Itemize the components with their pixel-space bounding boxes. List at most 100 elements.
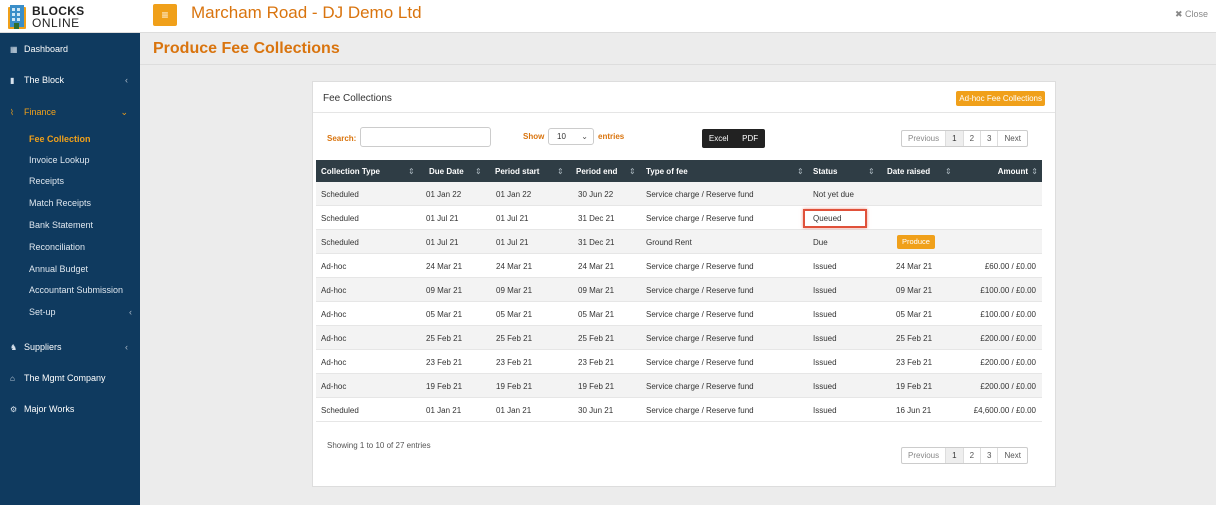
page-2-button[interactable]: 2	[962, 131, 980, 146]
sort-icon[interactable]: ⇕	[1031, 167, 1038, 176]
cell-date-raised: 25 Feb 21	[896, 334, 933, 343]
entries-per-page-select[interactable]: 10 ⌄	[548, 128, 594, 145]
sidebar-item-label: Dashboard	[24, 44, 69, 54]
cell-due-date: 19 Feb 21	[426, 382, 463, 391]
previous-page-button[interactable]: Previous	[902, 131, 945, 146]
sidebar-item-finance[interactable]: ⌇ Finance ⌄	[0, 102, 140, 122]
sidebar-sub-reconciliation[interactable]: Reconciliation	[0, 237, 140, 257]
sort-icon[interactable]: ⇕	[408, 167, 415, 176]
table-row[interactable]: Ad-hoc 25 Feb 21 25 Feb 21 25 Feb 21 Ser…	[316, 326, 1042, 350]
cell-collection-type: Ad-hoc	[321, 310, 347, 319]
sidebar-item-label: Suppliers	[24, 342, 62, 352]
cell-collection-type: Scheduled	[321, 190, 359, 199]
sort-icon[interactable]: ⇕	[557, 167, 564, 176]
sidebar: ▦ Dashboard ▮ The Block ‹ ⌇ Finance ⌄ Fee C…	[0, 33, 140, 505]
table-row[interactable]: Scheduled 01 Jan 22 01 Jan 22 30 Jun 22 …	[316, 182, 1042, 206]
excel-export-button[interactable]: Excel	[709, 134, 729, 143]
cell-type-of-fee: Service charge / Reserve fund	[646, 334, 754, 343]
table-row[interactable]: Ad-hoc 23 Feb 21 23 Feb 21 23 Feb 21 Ser…	[316, 350, 1042, 374]
sidebar-item-label: Major Works	[24, 404, 75, 414]
sort-icon[interactable]: ⇕	[945, 167, 952, 176]
cell-date-raised: 09 Mar 21	[896, 286, 933, 295]
sidebar-sub-bank-statement[interactable]: Bank Statement	[0, 215, 140, 235]
entries-label: entries	[598, 132, 625, 141]
page-3-button[interactable]: 3	[980, 448, 997, 463]
sort-icon[interactable]: ⇕	[797, 167, 804, 176]
panel-divider	[313, 112, 1055, 113]
top-bar: BLOCKS ONLINE ≡ Marcham Road - DJ Demo L…	[0, 0, 1216, 33]
page-3-button[interactable]: 3	[980, 131, 997, 146]
sidebar-item-major-works[interactable]: ⚙ Major Works	[0, 399, 140, 419]
cell-type-of-fee: Service charge / Reserve fund	[646, 286, 754, 295]
cell-period-start: 01 Jul 21	[496, 238, 529, 247]
previous-page-button[interactable]: Previous	[902, 448, 945, 463]
col-period-start[interactable]: Period start	[495, 167, 539, 176]
sidebar-item-the-block[interactable]: ▮ The Block ‹	[0, 70, 140, 90]
cell-amount: £200.00 / £0.00	[980, 358, 1036, 367]
page-1-button[interactable]: 1	[945, 131, 963, 146]
sidebar-sub-match-receipts[interactable]: Match Receipts	[0, 193, 140, 213]
chevron-down-icon: ⌄	[120, 107, 128, 117]
sidebar-sub-accountant-submission[interactable]: Accountant Submission	[0, 280, 140, 300]
search-input[interactable]	[360, 127, 491, 147]
page-1-button[interactable]: 1	[945, 448, 963, 463]
table-row[interactable]: Ad-hoc 09 Mar 21 09 Mar 21 09 Mar 21 Ser…	[316, 278, 1042, 302]
institution-icon: ⌂	[10, 374, 15, 383]
pdf-export-button[interactable]: PDF	[742, 134, 758, 143]
table-row[interactable]: Ad-hoc 24 Mar 21 24 Mar 21 24 Mar 21 Ser…	[316, 254, 1042, 278]
cell-period-end: 24 Mar 21	[578, 262, 615, 271]
sort-icon[interactable]: ⇕	[629, 167, 636, 176]
cell-amount: £200.00 / £0.00	[980, 382, 1036, 391]
col-period-end[interactable]: Period end	[576, 167, 617, 176]
sidebar-sub-receipts[interactable]: Receipts	[0, 171, 140, 191]
sidebar-item-dashboard[interactable]: ▦ Dashboard	[0, 39, 140, 59]
col-date-raised[interactable]: Date raised	[887, 167, 930, 176]
produce-button[interactable]: Produce	[897, 235, 935, 249]
sidebar-sub-label: Set-up	[29, 307, 56, 317]
pagination-top: Previous 1 2 3 Next	[901, 130, 1028, 147]
table-row[interactable]: Ad-hoc 05 Mar 21 05 Mar 21 05 Mar 21 Ser…	[316, 302, 1042, 326]
sidebar-sub-invoice-lookup[interactable]: Invoice Lookup	[0, 150, 140, 170]
cell-collection-type: Ad-hoc	[321, 262, 347, 271]
cell-amount: £100.00 / £0.00	[980, 310, 1036, 319]
table-row[interactable]: Scheduled 01 Jul 21 01 Jul 21 31 Dec 21 …	[316, 230, 1042, 254]
table-row[interactable]: Ad-hoc 19 Feb 21 19 Feb 21 19 Feb 21 Ser…	[316, 374, 1042, 398]
table-row[interactable]: Scheduled 01 Jan 21 01 Jan 21 30 Jun 21 …	[316, 398, 1042, 422]
close-button[interactable]: ✖ Close	[1175, 9, 1208, 20]
cell-date-raised: 24 Mar 21	[896, 262, 933, 271]
cell-status: Issued	[813, 334, 837, 343]
sidebar-sub-fee-collection[interactable]: Fee Collection	[0, 129, 140, 149]
cell-status: Queued	[813, 214, 842, 223]
sidebar-item-mgmt-company[interactable]: ⌂ The Mgmt Company	[0, 368, 140, 388]
logo[interactable]: BLOCKS ONLINE	[0, 0, 140, 33]
table-row[interactable]: Scheduled 01 Jul 21 01 Jul 21 31 Dec 21 …	[316, 206, 1042, 230]
logo-text-online: ONLINE	[32, 15, 80, 30]
sidebar-sub-set-up[interactable]: Set-up ‹	[0, 302, 140, 322]
col-type-of-fee[interactable]: Type of fee	[646, 167, 688, 176]
next-page-button[interactable]: Next	[997, 131, 1026, 146]
block-title: Marcham Road - DJ Demo Ltd	[191, 3, 422, 22]
page-2-button[interactable]: 2	[962, 448, 980, 463]
entries-per-page-value: 10	[557, 132, 566, 141]
col-status[interactable]: Status	[813, 167, 837, 176]
menu-toggle-button[interactable]: ≡	[153, 4, 177, 26]
cell-due-date: 09 Mar 21	[426, 286, 463, 295]
sidebar-sub-annual-budget[interactable]: Annual Budget	[0, 259, 140, 279]
cell-status: Due	[813, 238, 828, 247]
col-due-date[interactable]: Due Date	[429, 167, 464, 176]
cell-status: Issued	[813, 382, 837, 391]
col-collection-type[interactable]: Collection Type	[321, 167, 380, 176]
adhoc-fee-collections-button[interactable]: Ad-hoc Fee Collections	[956, 91, 1045, 106]
next-page-button[interactable]: Next	[997, 448, 1026, 463]
sort-icon[interactable]: ⇕	[868, 167, 875, 176]
sidebar-item-suppliers[interactable]: ♞ Suppliers ‹	[0, 337, 140, 357]
cell-date-raised: 19 Feb 21	[896, 382, 933, 391]
panel-title: Fee Collections	[323, 93, 392, 104]
cell-due-date: 05 Mar 21	[426, 310, 463, 319]
dashboard-icon: ▦	[10, 45, 18, 54]
cell-period-end: 05 Mar 21	[578, 310, 615, 319]
sort-icon[interactable]: ⇕	[475, 167, 482, 176]
col-amount[interactable]: Amount	[998, 167, 1028, 176]
cell-period-start: 25 Feb 21	[496, 334, 533, 343]
table-header: Collection Type ⇕ Due Date ⇕ Period star…	[316, 160, 1042, 182]
